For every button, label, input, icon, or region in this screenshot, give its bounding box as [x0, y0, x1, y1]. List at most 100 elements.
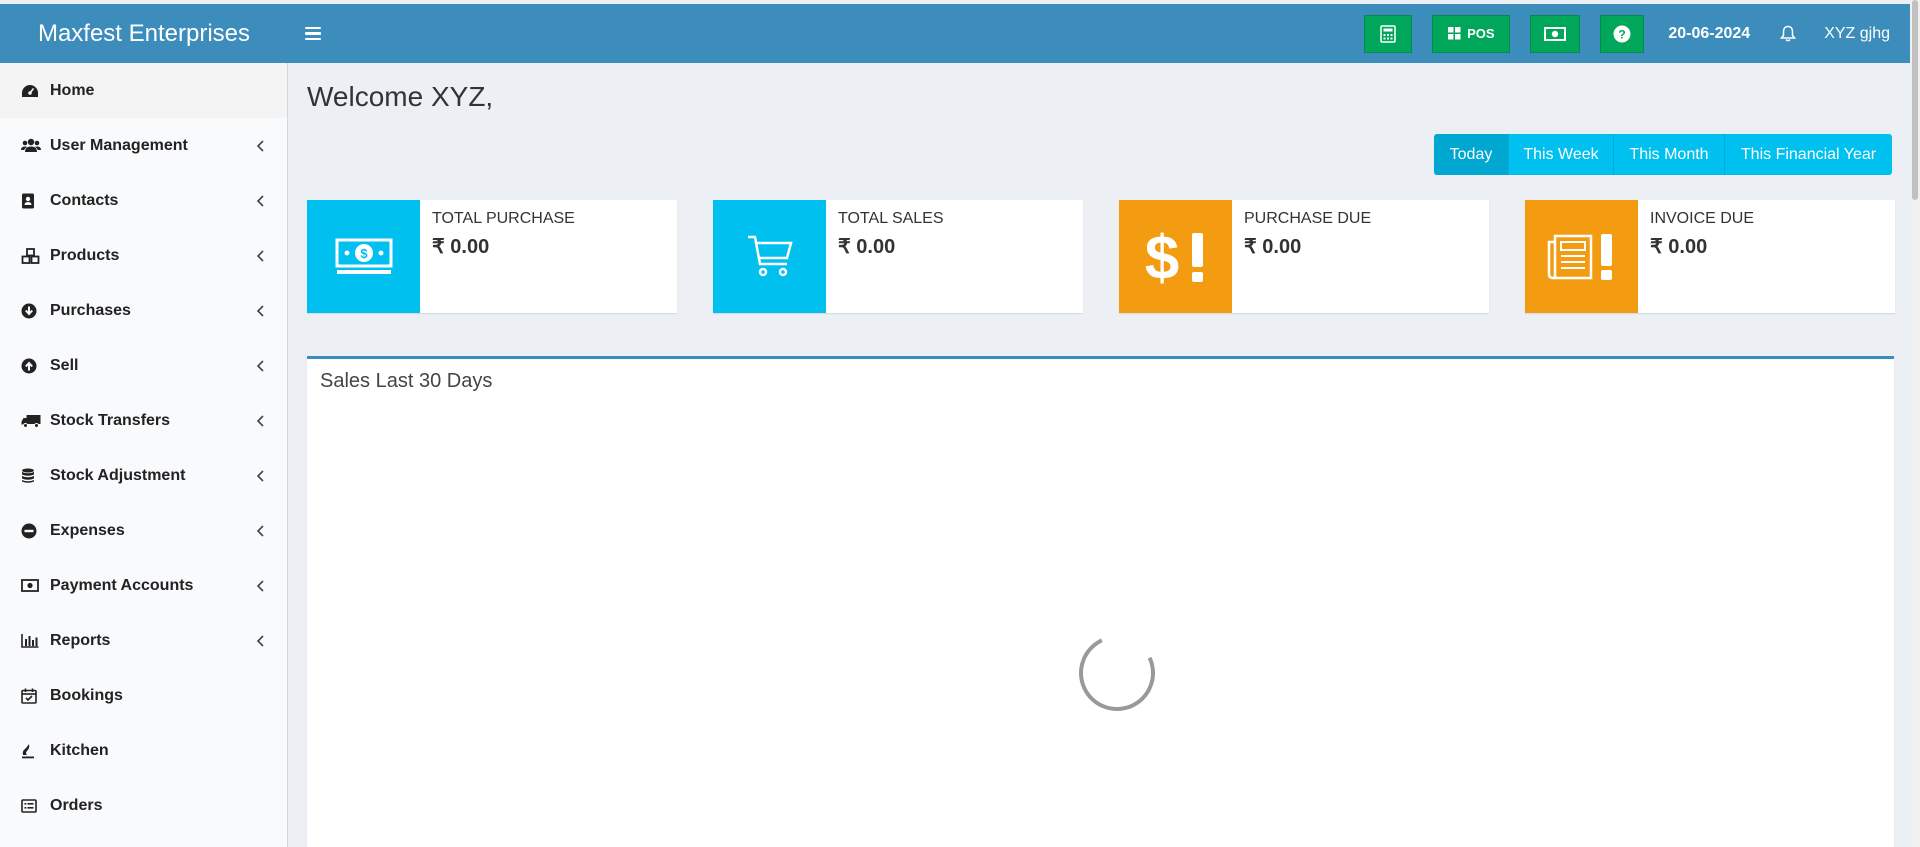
chevron-left-icon [256, 194, 264, 207]
sidebar-item-user-management[interactable]: User Management [0, 118, 287, 173]
sidebar-item-label: Stock Adjustment [50, 466, 186, 484]
calculator-button[interactable] [1364, 14, 1413, 53]
chevron-left-icon [256, 139, 264, 152]
sidebar-item-label: Products [50, 246, 120, 264]
main-content: Welcome XYZ, Today This Week This Month … [288, 63, 1910, 847]
page-scrollbar[interactable] [1910, 0, 1920, 847]
pos-label: POS [1467, 26, 1495, 41]
fire-icon [21, 742, 41, 760]
cubes-icon [21, 247, 41, 265]
invoice-due-card: INVOICE DUE ₹ 0.00 [1525, 200, 1895, 313]
money-bill-icon [21, 577, 41, 595]
help-button[interactable]: ? [1600, 14, 1645, 53]
pos-button[interactable]: POS [1432, 14, 1511, 53]
address-book-icon [21, 192, 41, 210]
chevron-left-icon [256, 469, 264, 482]
cash-register-button[interactable] [1530, 14, 1581, 53]
sidebar-item-purchases[interactable]: Purchases [0, 283, 287, 338]
sidebar-item-label: Kitchen [50, 741, 109, 759]
range-this-financial-year-button[interactable]: This Financial Year [1725, 134, 1892, 175]
arrow-circle-down-icon [21, 302, 41, 320]
database-icon [21, 467, 41, 485]
sidebar-item-sell[interactable]: Sell [0, 338, 287, 393]
scrollbar-thumb[interactable] [1912, 0, 1918, 200]
sidebar-item-label: Contacts [50, 191, 119, 209]
card-value: ₹ 0.00 [1650, 236, 1708, 258]
chevron-left-icon [256, 414, 264, 427]
card-value: ₹ 0.00 [838, 236, 896, 258]
chevron-left-icon [256, 524, 264, 537]
range-this-week-button[interactable]: This Week [1509, 134, 1614, 175]
sidebar-item-stock-adjustment[interactable]: Stock Adjustment [0, 448, 287, 503]
date-range-filter: Today This Week This Month This Financia… [1434, 134, 1892, 175]
total-sales-card: TOTAL SALES ₹ 0.00 [713, 200, 1083, 313]
sidebar-toggle-button[interactable] [288, 4, 338, 63]
chevron-left-icon [256, 579, 264, 592]
question-circle-icon: ? [1613, 25, 1631, 42]
calculator-icon [1380, 24, 1397, 43]
sidebar: Home User Management Contacts Products P… [0, 63, 288, 847]
sidebar-item-label: Purchases [50, 301, 131, 319]
sidebar-item-products[interactable]: Products [0, 228, 287, 283]
card-value: ₹ 0.00 [432, 236, 490, 258]
sidebar-item-bookings[interactable]: Bookings [0, 668, 287, 723]
loading-spinner-icon [1068, 624, 1166, 722]
sidebar-item-expenses[interactable]: Expenses [0, 503, 287, 558]
bar-chart-icon [21, 632, 41, 650]
card-label: PURCHASE DUE [1244, 210, 1372, 227]
chevron-left-icon [256, 249, 264, 262]
sidebar-item-home[interactable]: Home [0, 63, 287, 118]
users-icon [21, 137, 41, 155]
user-menu[interactable]: XYZ gjhg [1824, 25, 1890, 43]
svg-text:$: $ [360, 246, 368, 261]
svg-text:$: $ [1144, 227, 1178, 287]
dashboard-icon [21, 82, 41, 100]
card-label: TOTAL SALES [838, 210, 944, 227]
purchase-due-card: $ PURCHASE DUE ₹ 0.00 [1119, 200, 1489, 313]
list-alt-icon [21, 797, 41, 815]
sales-last-30-days-box: Sales Last 30 Days [307, 356, 1894, 847]
grid-icon [1448, 27, 1461, 40]
sidebar-item-label: User Management [50, 136, 188, 154]
sidebar-item-label: Reports [50, 631, 111, 649]
card-label: INVOICE DUE [1650, 210, 1755, 227]
money-bill-icon [1544, 26, 1567, 41]
sidebar-item-label: Bookings [50, 686, 123, 704]
range-this-month-button[interactable]: This Month [1614, 134, 1725, 175]
page-title: Welcome XYZ, [307, 81, 494, 112]
dollar-exclamation-icon: $ [1119, 200, 1232, 313]
shopping-cart-icon [713, 200, 826, 313]
sidebar-item-stock-transfers[interactable]: Stock Transfers [0, 393, 287, 448]
invoice-exclamation-icon [1525, 200, 1638, 313]
sidebar-item-label: Sell [50, 356, 79, 374]
sidebar-item-contacts[interactable]: Contacts [0, 173, 287, 228]
sidebar-item-label: Orders [50, 796, 103, 814]
card-value: ₹ 0.00 [1244, 236, 1302, 258]
sidebar-item-payment-accounts[interactable]: Payment Accounts [0, 558, 287, 613]
minus-circle-icon [21, 522, 41, 540]
money-icon: $ [307, 200, 420, 313]
sidebar-item-label: Home [50, 81, 95, 99]
svg-text:?: ? [1619, 27, 1626, 41]
range-today-button[interactable]: Today [1434, 134, 1509, 175]
notifications-bell-icon[interactable] [1778, 23, 1798, 45]
menu-icon [305, 26, 321, 41]
card-label: TOTAL PURCHASE [432, 210, 575, 227]
top-navbar: Maxfest Enterprises POS ? 20-06-2024 XYZ… [0, 4, 1910, 63]
total-purchase-card: $ TOTAL PURCHASE ₹ 0.00 [307, 200, 677, 313]
sidebar-item-reports[interactable]: Reports [0, 613, 287, 668]
sidebar-item-label: Payment Accounts [50, 576, 194, 594]
sidebar-item-label: Expenses [50, 521, 125, 539]
chevron-left-icon [256, 634, 264, 647]
calendar-check-icon [21, 687, 41, 705]
chevron-left-icon [256, 304, 264, 317]
chevron-left-icon [256, 359, 264, 372]
sidebar-item-kitchen[interactable]: Kitchen [0, 723, 287, 778]
sidebar-item-orders[interactable]: Orders [0, 778, 287, 833]
box-title: Sales Last 30 Days [320, 370, 493, 392]
sidebar-item-label: Stock Transfers [50, 411, 171, 429]
truck-icon [21, 412, 41, 430]
brand-logo[interactable]: Maxfest Enterprises [0, 4, 288, 63]
arrow-circle-up-icon [21, 357, 41, 375]
current-date: 20-06-2024 [1668, 24, 1751, 42]
